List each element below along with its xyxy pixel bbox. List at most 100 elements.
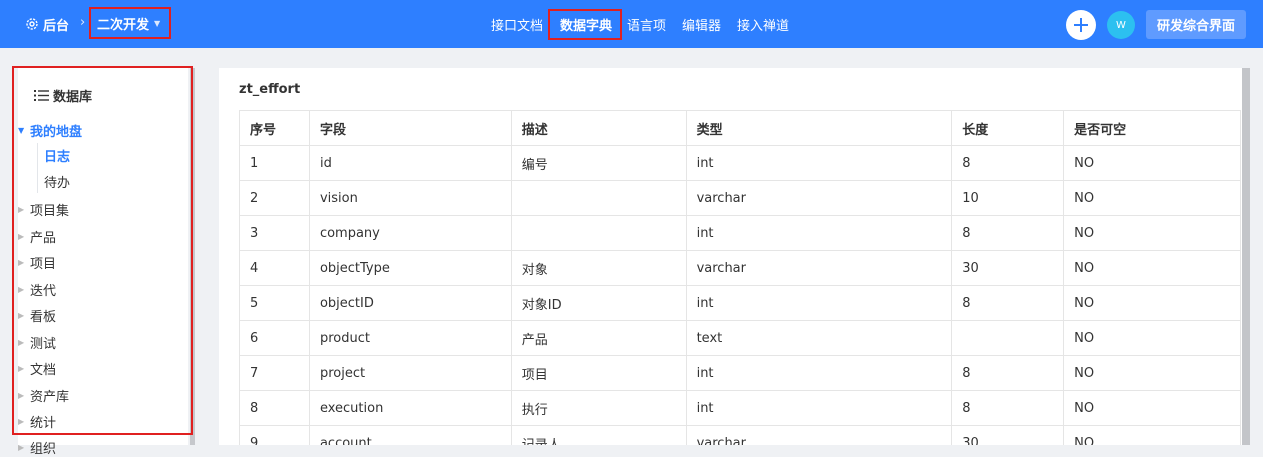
cell-type: varchar — [685, 250, 953, 286]
cell-length: 10 — [951, 180, 1065, 216]
tree-item-log[interactable]: 日志 — [44, 146, 70, 165]
cell-index: 3 — [239, 215, 310, 251]
cell-field: vision — [308, 180, 512, 216]
cell-type: text — [685, 320, 953, 356]
top-header: 后台 › 二次开发 ▼ 接口文档 数据字典 语言项 编辑器 接入禅道 W 研发综… — [0, 0, 1263, 48]
cell-nullable: NO — [1063, 215, 1241, 251]
cell-field: account — [308, 425, 512, 445]
cell-length — [951, 320, 1065, 356]
cell-index: 6 — [239, 320, 310, 356]
cell-desc: 产品 — [510, 320, 687, 356]
caret-right-icon: ▶ — [18, 338, 25, 347]
tree-group-my[interactable]: ▼ 我的地盘 — [18, 121, 82, 140]
col-header-length: 长度 — [951, 110, 1065, 146]
cell-nullable: NO — [1063, 250, 1241, 286]
user-avatar[interactable]: W — [1107, 11, 1135, 39]
tree-group-stats[interactable]: ▶ 统计 — [18, 412, 56, 431]
cell-index: 9 — [239, 425, 310, 445]
tree-group-asset[interactable]: ▶ 资产库 — [18, 386, 69, 405]
cell-type: int — [685, 145, 953, 181]
main-scrollbar[interactable] — [1242, 68, 1250, 445]
tree-group-product[interactable]: ▶ 产品 — [18, 227, 56, 246]
table-row: 2 vision varchar 10 NO — [239, 180, 1241, 216]
tree-group-doc[interactable]: ▶ 文档 — [18, 359, 56, 378]
caret-right-icon: ▶ — [18, 285, 25, 294]
col-header-desc: 描述 — [510, 110, 687, 146]
nav-item-integrate[interactable]: 接入禅道 — [737, 15, 789, 34]
nav-item-data-dictionary[interactable]: 数据字典 — [548, 9, 623, 40]
caret-right-icon: ▶ — [18, 417, 25, 426]
cell-length: 8 — [951, 390, 1065, 426]
tree-group-project[interactable]: ▶ 项目 — [18, 253, 56, 272]
cell-nullable: NO — [1063, 145, 1241, 181]
cell-type: int — [685, 355, 953, 391]
cell-length: 30 — [951, 425, 1065, 445]
tree-group-label: 测试 — [30, 337, 57, 352]
tree-group-kanban[interactable]: ▶ 看板 — [18, 306, 56, 325]
cell-type: int — [685, 285, 953, 321]
caret-right-icon: ▶ — [18, 391, 25, 400]
caret-down-icon: ▼ — [154, 18, 161, 28]
cell-desc: 记录人 — [510, 425, 687, 445]
tree-group-label: 文档 — [30, 363, 57, 378]
tree-group-sprint[interactable]: ▶ 迭代 — [18, 280, 56, 299]
col-header-index: 序号 — [239, 110, 310, 146]
caret-right-icon: ▶ — [18, 258, 25, 267]
cell-index: 7 — [239, 355, 310, 391]
cell-type: int — [685, 215, 953, 251]
cell-desc: 执行 — [510, 390, 687, 426]
tree-group-test[interactable]: ▶ 测试 — [18, 333, 56, 352]
tree-group-org[interactable]: ▶ 组织 — [18, 438, 56, 457]
table-row: 6 product 产品 text NO — [239, 320, 1241, 356]
cell-nullable: NO — [1063, 180, 1241, 216]
tree-group-label: 资产库 — [30, 390, 70, 405]
tree-group-label: 我的地盘 — [30, 125, 83, 140]
caret-down-icon: ▼ — [18, 126, 25, 135]
caret-right-icon: ▶ — [18, 364, 25, 373]
plus-icon — [1074, 18, 1088, 32]
cell-index: 4 — [239, 250, 310, 286]
add-button[interactable] — [1066, 10, 1096, 40]
breadcrumb-current: 二次开发 — [97, 17, 150, 33]
main-panel: zt_effort 序号 字段 描述 类型 长度 是否可空 1 id 编号 int 8 N… — [219, 68, 1243, 445]
table-name: zt_effort — [239, 82, 301, 97]
fields-table: 序号 字段 描述 类型 长度 是否可空 1 id 编号 int 8 NO 2 vision va… — [239, 110, 1241, 445]
cell-index: 2 — [239, 180, 310, 216]
cell-index: 1 — [239, 145, 310, 181]
cell-field: product — [308, 320, 512, 356]
cell-desc: 对象ID — [510, 285, 687, 321]
cell-length: 8 — [951, 145, 1065, 181]
col-header-nullable: 是否可空 — [1063, 110, 1241, 146]
tree-group-program[interactable]: ▶ 项目集 — [18, 200, 69, 219]
ui-switch-button[interactable]: 研发综合界面 — [1146, 10, 1246, 39]
cell-field: id — [308, 145, 512, 181]
caret-right-icon: ▶ — [18, 205, 25, 214]
tree-item-todo[interactable]: 待办 — [44, 172, 70, 191]
cell-type: int — [685, 390, 953, 426]
nav-item-editor[interactable]: 编辑器 — [682, 15, 721, 34]
nav-item-language[interactable]: 语言项 — [627, 15, 666, 34]
cell-length: 8 — [951, 215, 1065, 251]
tree-group-label: 迭代 — [30, 284, 57, 299]
cell-field: company — [308, 215, 512, 251]
col-header-type: 类型 — [685, 110, 953, 146]
table-header-row: 序号 字段 描述 类型 长度 是否可空 — [239, 110, 1241, 146]
cell-field: execution — [308, 390, 512, 426]
sidebar-scrollbar[interactable] — [190, 68, 195, 445]
table-row: 1 id 编号 int 8 NO — [239, 145, 1241, 181]
cell-nullable: NO — [1063, 285, 1241, 321]
home-link[interactable]: 后台 — [25, 14, 69, 34]
caret-right-icon: ▶ — [18, 311, 25, 320]
gear-icon — [26, 18, 38, 30]
sidebar-title-text: 数据库 — [53, 90, 93, 105]
col-header-field: 字段 — [308, 110, 512, 146]
cell-field: objectID — [308, 285, 512, 321]
cell-length: 8 — [951, 355, 1065, 391]
breadcrumb-dropdown[interactable]: 二次开发 ▼ — [89, 7, 171, 39]
table-row: 7 project 项目 int 8 NO — [239, 355, 1241, 391]
cell-desc: 项目 — [510, 355, 687, 391]
tree-group-label: 项目集 — [30, 204, 70, 219]
nav-item-api-docs[interactable]: 接口文档 — [491, 15, 543, 34]
tree-guide-line — [37, 143, 38, 193]
tree-group-label: 组织 — [30, 442, 57, 457]
